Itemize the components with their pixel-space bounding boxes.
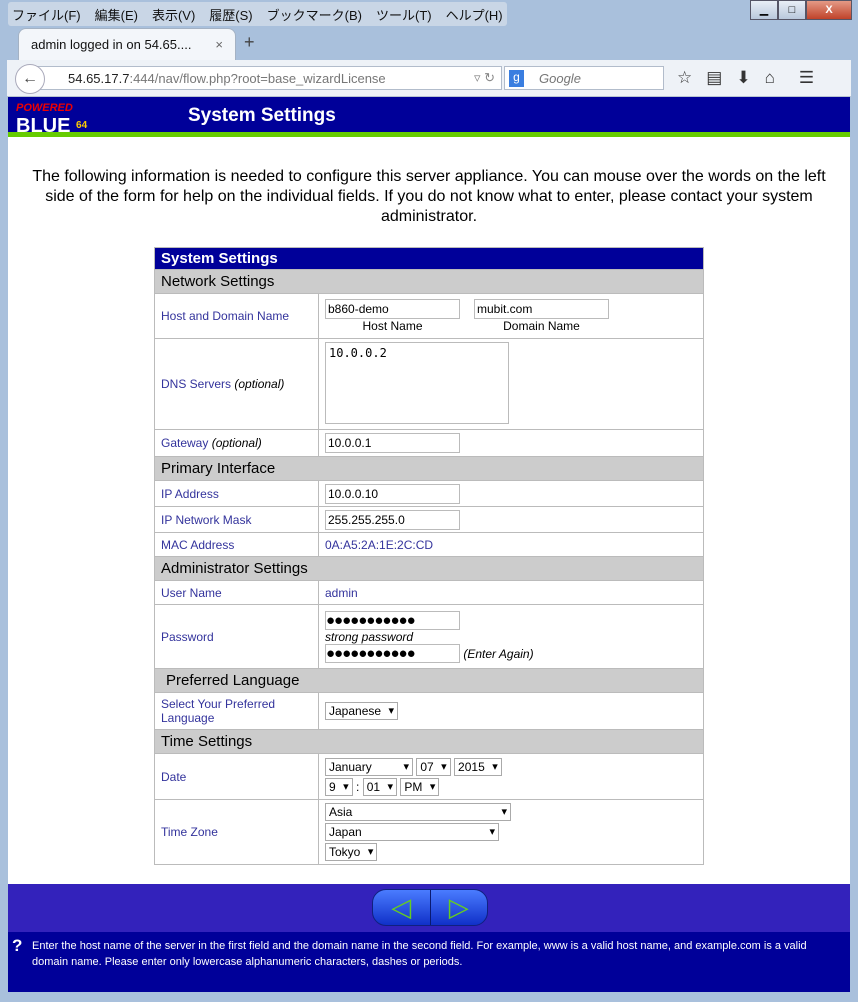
section-network: Network Settings [154,269,704,294]
host-caption: Host Name [362,319,423,333]
tz-city-select[interactable]: Tokyo [325,843,378,861]
menu-help[interactable]: ヘルプ(H) [446,5,503,23]
reload-icon[interactable]: ▿ ↻ [474,70,495,86]
minimize-button[interactable]: ▁ [750,0,778,20]
nav-bar: 54.65.17.7:444/nav/flow.php?root=base_wi… [7,60,851,97]
mac-value: 0A:A5:2A:1E:2C:CD [318,532,704,557]
password-input[interactable]: ●●●●●●●●●●● [325,610,460,630]
password-strength: strong password [325,629,414,644]
user-label: User Name [154,580,319,605]
year-select[interactable]: 2015 [454,757,502,776]
mac-label: MAC Address [154,532,319,557]
user-value: admin [318,580,704,605]
domain-name-input[interactable] [474,299,609,319]
help-panel: ? Enter the host name of the server in th… [8,932,850,992]
search-input[interactable]: g Google [504,66,664,90]
help-icon: ? [12,936,23,955]
enter-again-label: (Enter Again) [463,646,534,661]
url-host: 54.65.17.7 [68,71,130,86]
menu-icon[interactable]: ☰ [799,68,814,88]
logo-64: 64 [76,120,88,131]
tz-region-select[interactable]: Asia [325,803,511,821]
url-path: :444/nav/flow.php?root=base_wizardLicens… [129,71,386,86]
next-button[interactable]: ▷ [431,890,488,925]
timezone-label: Time Zone [154,799,319,865]
close-button[interactable]: X [806,0,852,20]
gateway-input[interactable] [325,433,460,453]
dns-label: DNS Servers (optional) [154,338,319,430]
password-label: Password [154,604,319,669]
browser-tab[interactable]: admin logged in on 54.65.... × [18,28,236,60]
logo-blue: BLUE [16,115,71,137]
form-title: System Settings [154,247,704,270]
host-name-input[interactable] [325,299,460,319]
intro-text: The following information is needed to c… [32,168,826,225]
new-tab-button[interactable]: + [244,32,255,53]
search-placeholder: Google [539,71,581,86]
section-language: Preferred Language [154,668,704,693]
menu-tools[interactable]: ツール(T) [376,5,432,23]
help-text: Enter the host name of the server in the… [32,940,807,968]
settings-form: System Settings Network Settings Host an… [154,247,704,865]
host-label: Host and Domain Name [154,293,319,339]
home-icon[interactable]: ⌂ [765,68,775,88]
url-bar[interactable]: 54.65.17.7:444/nav/flow.php?root=base_wi… [37,66,502,90]
maximize-button[interactable]: □ [778,0,806,20]
ip-label: IP Address [154,480,319,507]
menu-view[interactable]: 表示(V) [152,5,195,23]
close-tab-icon[interactable]: × [215,37,223,52]
section-primary-interface: Primary Interface [154,456,704,481]
menu-history[interactable]: 履歴(S) [209,5,252,23]
ip-address-input[interactable] [325,483,460,504]
previous-button[interactable]: ◁ [373,890,431,925]
section-admin: Administrator Settings [154,556,704,581]
header: POWERED BLUE 64 System Settings [8,97,850,137]
back-button[interactable]: ← [15,64,45,94]
language-label: Select Your Preferred Language [154,692,319,730]
gateway-label: Gateway (optional) [154,429,319,457]
reading-list-icon[interactable]: ▤ [706,68,722,88]
tz-country-select[interactable]: Japan [325,823,499,841]
section-time: Time Settings [154,729,704,754]
month-select[interactable]: January [325,757,413,776]
ampm-select[interactable]: PM [400,777,440,796]
hour-select[interactable]: 9 [325,777,353,796]
minute-select[interactable]: 01 [362,777,398,796]
dns-servers-input[interactable]: 10.0.0.2 [325,341,509,424]
bookmark-star-icon[interactable]: ☆ [677,68,692,88]
menu-bar: ファイル(F) 編集(E) 表示(V) 履歴(S) ブックマーク(B) ツール(… [8,2,507,26]
logo: POWERED BLUE 64 [16,99,88,137]
wizard-nav: ◁ ▷ [8,884,850,932]
google-icon: g [509,70,524,87]
day-select[interactable]: 07 [416,757,451,776]
mask-label: IP Network Mask [154,506,319,533]
tab-title: admin logged in on 54.65.... [31,37,192,52]
page: POWERED BLUE 64 System Settings The follo… [8,97,850,992]
date-label: Date [154,753,319,800]
download-icon[interactable]: ⬇ [736,68,750,88]
domain-caption: Domain Name [503,319,580,333]
password-confirm-input[interactable]: ●●●●●●●●●●● [325,643,460,663]
menu-bookmarks[interactable]: ブックマーク(B) [267,5,362,23]
language-select[interactable]: Japanese [325,702,399,720]
netmask-input[interactable] [325,509,460,530]
page-title: System Settings [188,105,336,126]
menu-file[interactable]: ファイル(F) [12,5,81,23]
menu-edit[interactable]: 編集(E) [95,5,138,23]
